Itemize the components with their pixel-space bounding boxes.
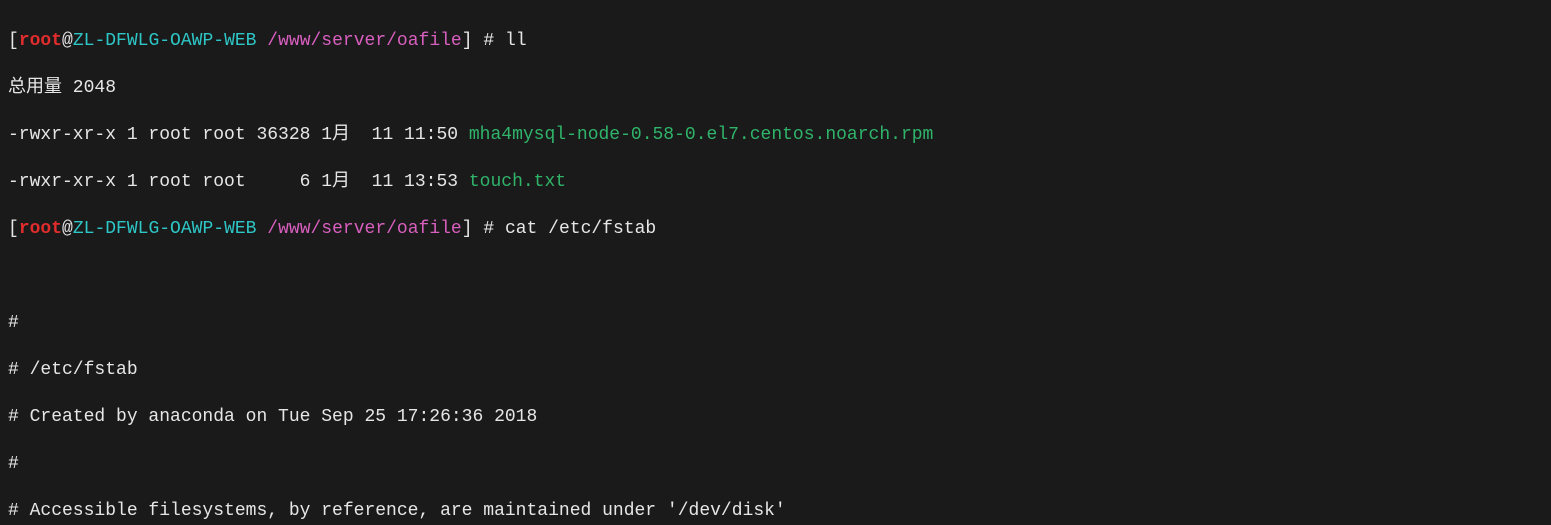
ll-row-2-file: touch.txt <box>469 172 566 192</box>
ll-row-2: -rwxr-xr-x 1 root root 6 1月 11 13:53 tou… <box>8 171 1543 195</box>
prompt-line-1: [root@ZL-DFWLG-OAWP-WEB /www/server/oafi… <box>8 30 1543 54</box>
ll-row-1: -rwxr-xr-x 1 root root 36328 1月 11 11:50… <box>8 124 1543 148</box>
terminal-window[interactable]: [root@ZL-DFWLG-OAWP-WEB /www/server/oafi… <box>0 0 1551 525</box>
prompt-space <box>256 31 267 51</box>
prompt-at: @ <box>62 31 73 51</box>
ll-row-1-meta: -rwxr-xr-x 1 root root 36328 1月 11 11:50 <box>8 125 469 145</box>
fstab-line: # Created by anaconda on Tue Sep 25 17:2… <box>8 406 1543 430</box>
bracket-open: [ <box>8 31 19 51</box>
prompt-line-2: [root@ZL-DFWLG-OAWP-WEB /www/server/oafi… <box>8 218 1543 242</box>
fstab-line: # <box>8 312 1543 336</box>
fstab-line: # <box>8 453 1543 477</box>
command-ll: ll <box>505 31 527 51</box>
prompt-host: ZL-DFWLG-OAWP-WEB <box>73 31 257 51</box>
blank-line <box>8 265 1543 289</box>
prompt-user: root <box>19 31 62 51</box>
fstab-line: # Accessible filesystems, by reference, … <box>8 500 1543 524</box>
ll-row-2-meta: -rwxr-xr-x 1 root root 6 1月 11 13:53 <box>8 172 469 192</box>
prompt-path: /www/server/oafile <box>267 31 461 51</box>
ll-total: 总用量 2048 <box>8 77 1543 101</box>
fstab-line: # /etc/fstab <box>8 359 1543 383</box>
ll-row-1-file: mha4mysql-node-0.58-0.el7.centos.noarch.… <box>469 125 933 145</box>
prompt-close: ] # <box>462 31 505 51</box>
command-cat: cat /etc/fstab <box>505 219 656 239</box>
